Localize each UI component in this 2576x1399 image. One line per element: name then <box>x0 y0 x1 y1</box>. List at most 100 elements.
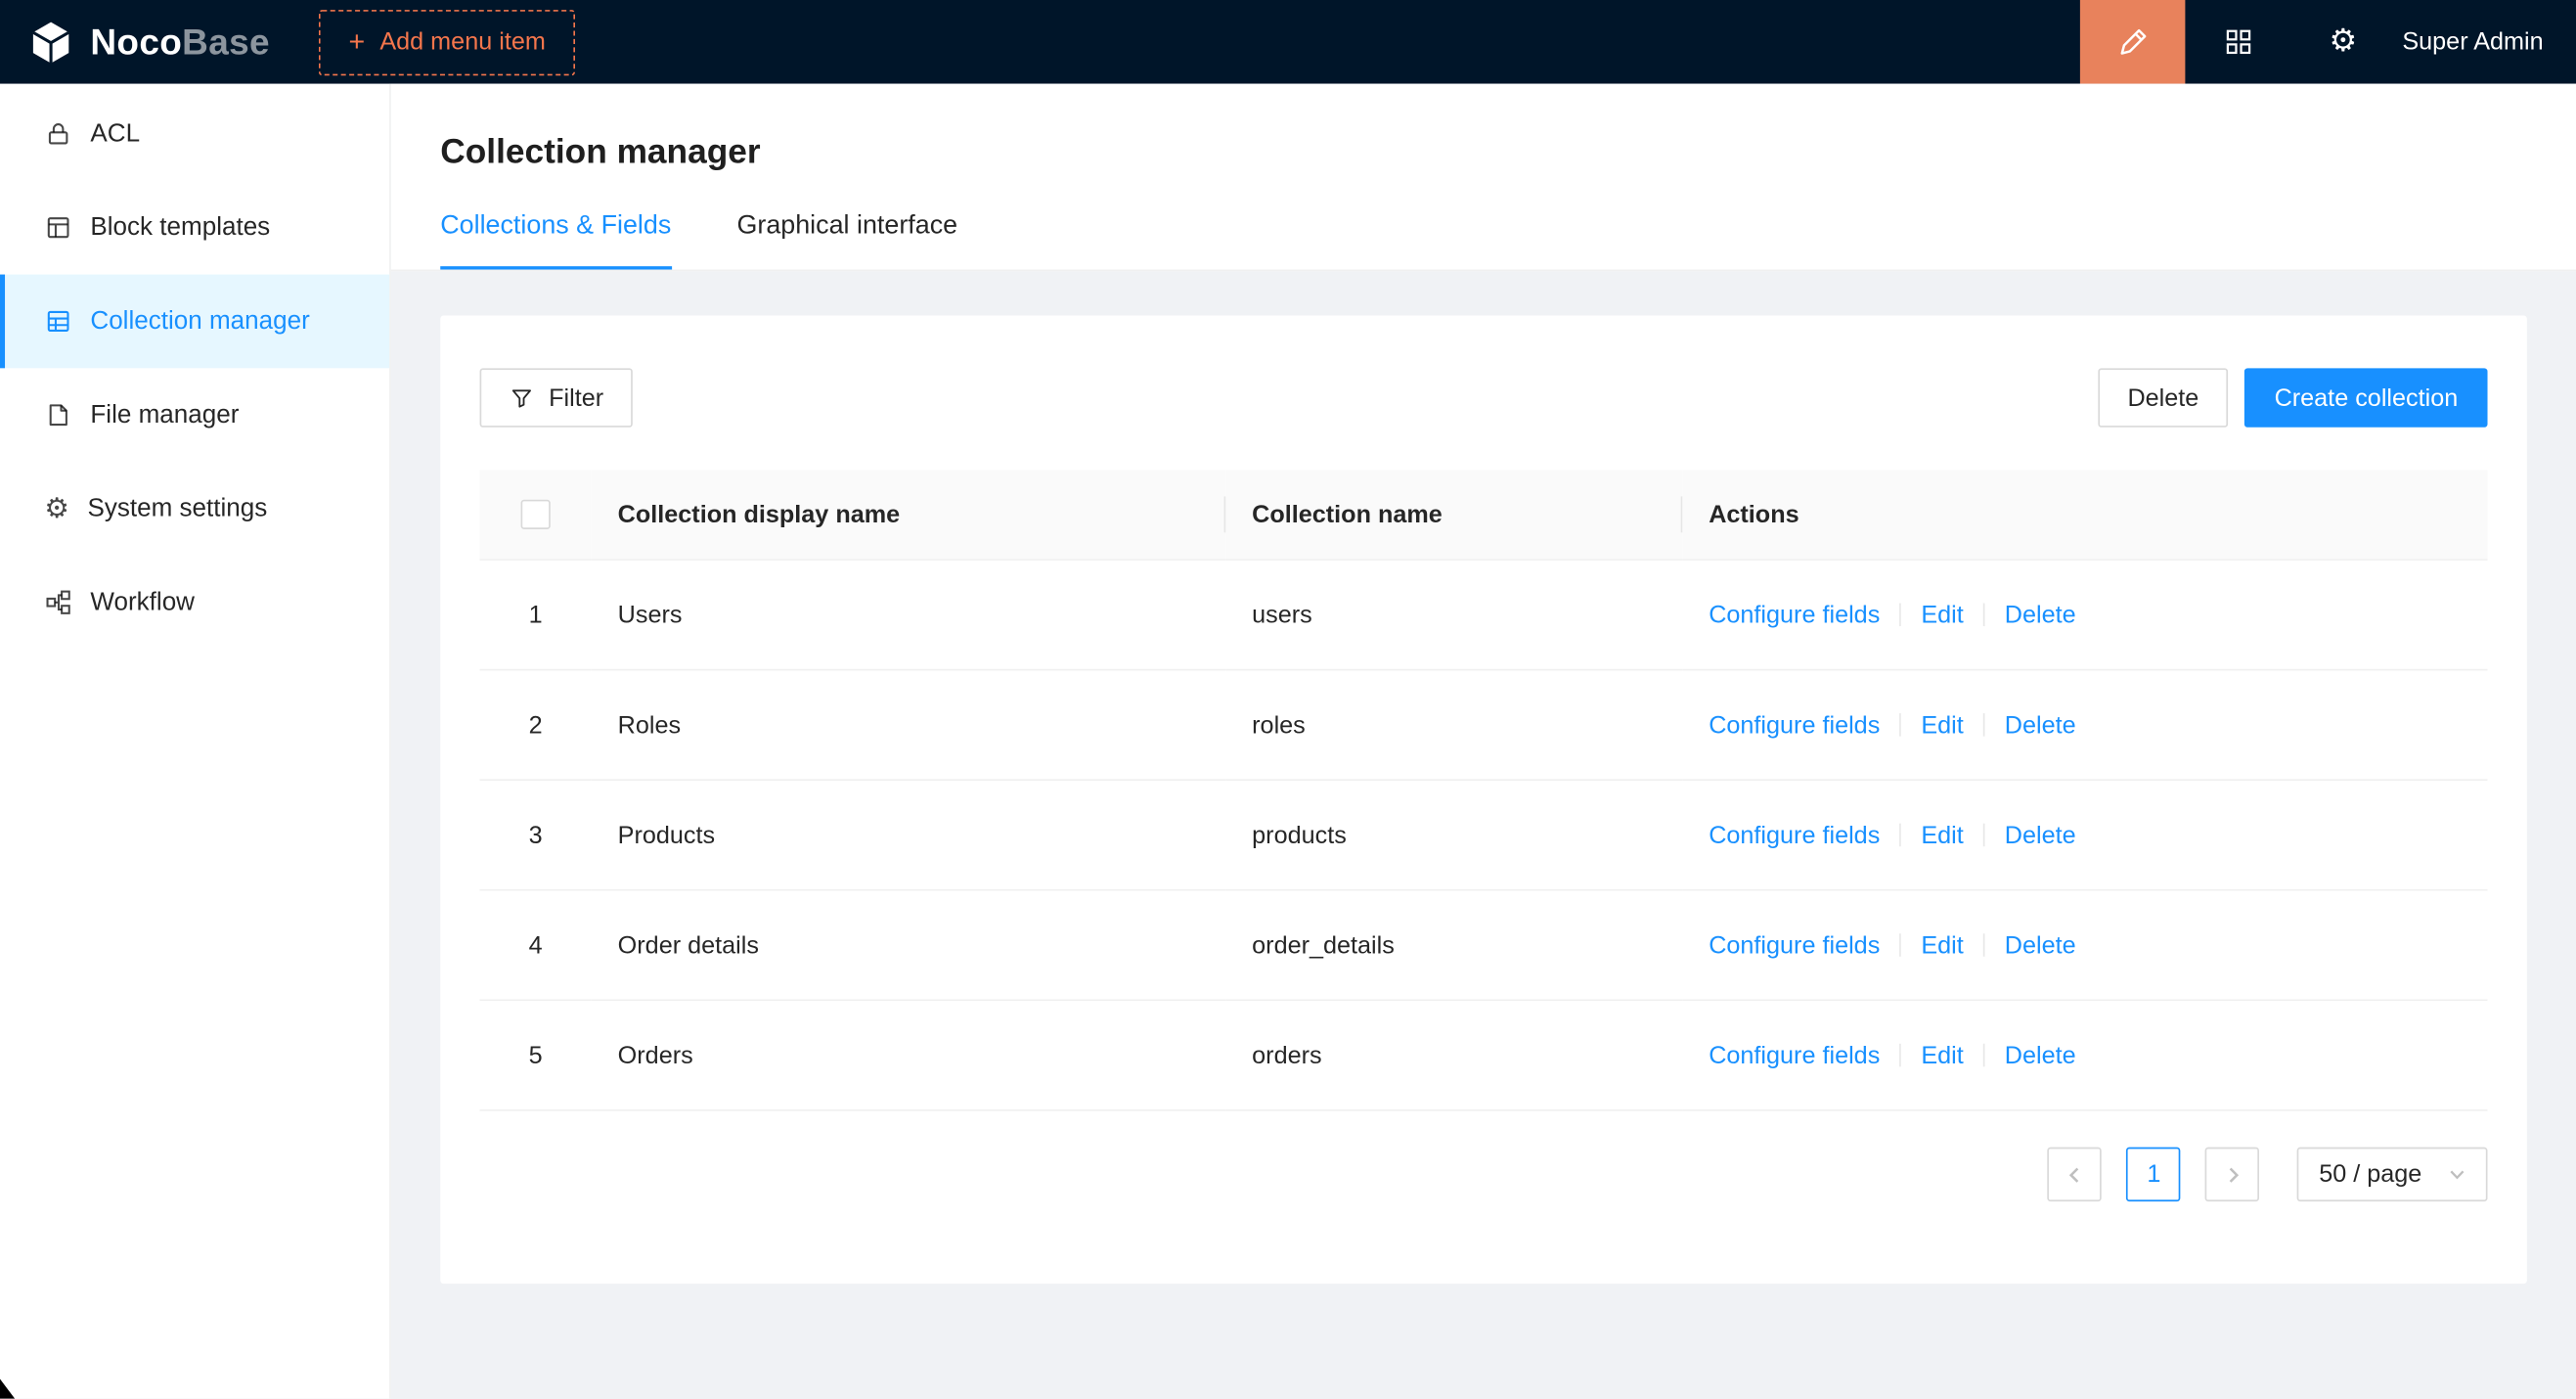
main-panel: Collection manager Collections & Fields … <box>391 84 2576 1399</box>
pagination: 1 50 / page <box>480 1148 2488 1201</box>
cell-actions: Configure fields Edit Delete <box>1682 670 2487 781</box>
workflow-icon <box>44 588 72 616</box>
cell-display-name: Orders <box>592 1000 1225 1110</box>
row-index: 5 <box>480 1000 592 1110</box>
row-index: 2 <box>480 670 592 781</box>
tab-collections-fields[interactable]: Collections & Fields <box>440 212 671 270</box>
sidebar-item-workflow[interactable]: Workflow <box>0 556 389 650</box>
sidebar-item-system-settings[interactable]: ⚙ System settings <box>0 462 389 556</box>
create-collection-button[interactable]: Create collection <box>2244 368 2487 427</box>
row-index: 4 <box>480 890 592 1001</box>
cell-name: users <box>1225 560 1682 670</box>
gear-icon: ⚙ <box>44 495 69 523</box>
divider <box>1983 712 1985 736</box>
table-row: 2 Roles roles Configure fieldsEditDelete <box>480 670 2488 781</box>
sidebar-item-label: Block templates <box>90 213 270 243</box>
sidebar-item-acl[interactable]: ACL <box>0 87 389 181</box>
plugins-grid-button[interactable] <box>2186 0 2291 84</box>
cell-name: roles <box>1225 670 1682 781</box>
app-window: NocoBase + Add menu item <box>0 0 2576 1399</box>
chevron-down-icon <box>2448 1165 2465 1183</box>
divider <box>1899 932 1901 956</box>
row-index: 3 <box>480 780 592 890</box>
cell-name: products <box>1225 780 1682 890</box>
table-header-row: Collection display name Collection name … <box>480 470 2488 560</box>
page-title: Collection manager <box>440 130 2527 176</box>
cell-actions: Configure fields Edit Delete <box>1682 780 2487 890</box>
mouse-cursor-artifact <box>0 1379 15 1399</box>
collections-table: Collection display name Collection name … <box>480 470 2488 1110</box>
cell-actions: Configure fields Edit Delete <box>1682 890 2487 1001</box>
cell-display-name: Products <box>592 780 1225 890</box>
sidebar-item-collection-manager[interactable]: Collection manager <box>0 275 389 369</box>
page-size-select[interactable]: 50 / page <box>2297 1148 2487 1201</box>
settings-menu-button[interactable]: ⚙ <box>2290 0 2396 84</box>
delete-button[interactable]: Delete <box>2098 368 2228 427</box>
edit-link[interactable]: Edit <box>1921 601 1963 629</box>
prev-page-button[interactable] <box>2048 1148 2102 1201</box>
filter-button[interactable]: Filter <box>480 368 634 427</box>
delete-link[interactable]: Delete <box>2005 1041 2076 1069</box>
configure-fields-link[interactable]: Configure fields <box>1709 1041 1880 1069</box>
header-actions: ⚙ Super Admin <box>2080 0 2576 84</box>
tab-bar: Collections & Fields Graphical interface <box>440 212 2527 270</box>
delete-link[interactable]: Delete <box>2005 931 2076 960</box>
edit-link[interactable]: Edit <box>1921 931 1963 960</box>
divider <box>1899 1043 1901 1066</box>
divider <box>1899 603 1901 626</box>
sidebar-item-label: File manager <box>90 400 239 429</box>
gear-icon: ⚙ <box>2330 26 2358 58</box>
table-row: 5 Orders orders Configure fieldsEditDele… <box>480 1000 2488 1110</box>
sidebar-item-label: Workflow <box>90 588 195 617</box>
divider <box>1983 823 1985 846</box>
file-icon <box>44 401 72 429</box>
configure-fields-link[interactable]: Configure fields <box>1709 931 1880 960</box>
sidebar-item-file-manager[interactable]: File manager <box>0 368 389 462</box>
configure-fields-link[interactable]: Configure fields <box>1709 601 1880 629</box>
sidebar-item-label: System settings <box>87 494 267 523</box>
page-number-button[interactable]: 1 <box>2127 1148 2181 1201</box>
table-toolbar: Filter Delete Create collection <box>480 368 2488 427</box>
divider <box>1899 712 1901 736</box>
tab-graphical-interface[interactable]: Graphical interface <box>736 212 957 270</box>
edit-link[interactable]: Edit <box>1921 711 1963 740</box>
nocobase-logo-icon <box>26 18 75 67</box>
cell-display-name: Order details <box>592 890 1225 1001</box>
add-menu-item-button[interactable]: + Add menu item <box>319 9 575 74</box>
divider <box>1983 932 1985 956</box>
delete-link[interactable]: Delete <box>2005 821 2076 849</box>
table-row: 3 Products products Configure fields Edit… <box>480 780 2488 890</box>
collections-card: Filter Delete Create collection Coll <box>440 316 2527 1285</box>
top-header: NocoBase + Add menu item <box>0 0 2576 84</box>
row-index: 1 <box>480 560 592 670</box>
cell-name: order_details <box>1225 890 1682 1001</box>
edit-link[interactable]: Edit <box>1921 821 1963 849</box>
filter-icon <box>510 385 534 410</box>
brand-name: NocoBase <box>90 21 269 64</box>
select-all-checkbox[interactable] <box>521 500 551 529</box>
cell-actions: Configure fields Edit Delete <box>1682 1000 2487 1110</box>
delete-link[interactable]: Delete <box>2005 711 2076 740</box>
delete-link[interactable]: Delete <box>2005 601 2076 629</box>
edit-link[interactable]: Edit <box>1921 1041 1963 1069</box>
cell-display-name: Users <box>592 560 1225 670</box>
sidebar-item-label: Collection manager <box>90 306 309 336</box>
settings-sidebar: ACL Block templates Coll <box>0 84 391 1399</box>
column-header-actions: Actions <box>1682 470 2487 560</box>
current-user-menu[interactable]: Super Admin <box>2396 0 2576 84</box>
next-page-button[interactable] <box>2205 1148 2259 1201</box>
cell-actions: Configure fields Edit Delete <box>1682 560 2487 670</box>
layout-icon <box>44 213 72 242</box>
page-header: Collection manager Collections & Fields … <box>391 84 2576 272</box>
divider <box>1983 1043 1985 1066</box>
ui-editor-button[interactable] <box>2080 0 2186 84</box>
configure-fields-link[interactable]: Configure fields <box>1709 821 1880 849</box>
configure-fields-link[interactable]: Configure fields <box>1709 711 1880 740</box>
column-header-display-name: Collection display name <box>592 470 1225 560</box>
nocobase-logo[interactable]: NocoBase <box>26 18 270 67</box>
grid-icon <box>2224 28 2252 57</box>
sidebar-item-block-templates[interactable]: Block templates <box>0 181 389 275</box>
table-row: 1 Users users Configure fields Edit Delete <box>480 560 2488 670</box>
table-icon <box>44 307 72 336</box>
sidebar-item-label: ACL <box>90 119 140 149</box>
